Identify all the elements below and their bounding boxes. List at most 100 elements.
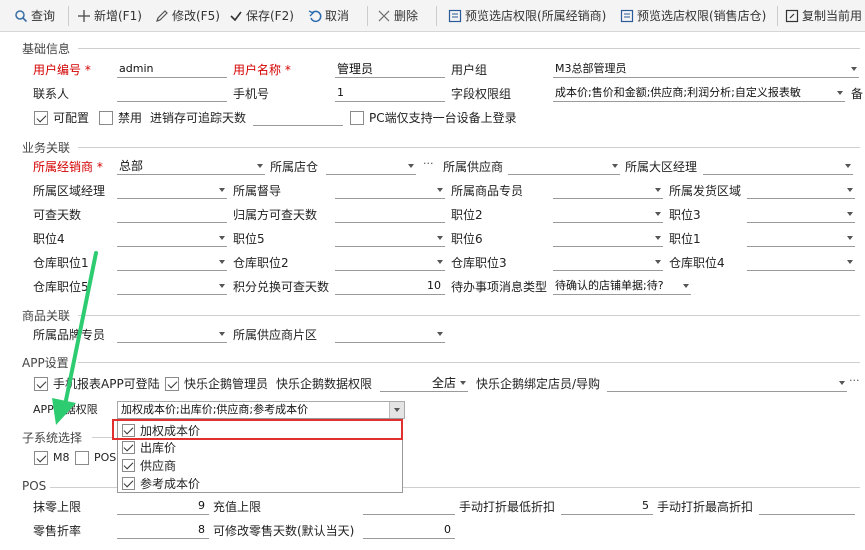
wh-pos4-select[interactable] bbox=[747, 254, 855, 271]
min-discount-field[interactable]: 5 bbox=[561, 498, 653, 515]
area-mgr-label: 所属区域经理 bbox=[33, 184, 106, 198]
edit-label: 修改(F5) bbox=[172, 9, 220, 23]
chevron-down-icon bbox=[839, 381, 845, 385]
supervisor-select[interactable] bbox=[335, 182, 445, 199]
pos-checkbox[interactable] bbox=[75, 451, 89, 465]
wh-pos1-select[interactable] bbox=[117, 254, 227, 271]
contact-field[interactable] bbox=[117, 85, 227, 102]
delete-button[interactable]: 删除 bbox=[377, 6, 418, 26]
edit-days-field[interactable]: 0 bbox=[363, 522, 455, 539]
configurable-checkbox[interactable] bbox=[34, 111, 48, 125]
save-label: 保存(F2) bbox=[246, 9, 294, 23]
belong-query-days-field[interactable] bbox=[335, 206, 445, 223]
app-perm-label: APP数据权限 bbox=[33, 403, 98, 416]
query-days-field[interactable] bbox=[117, 206, 227, 223]
checkbox-icon bbox=[122, 441, 135, 454]
pos6-select[interactable] bbox=[553, 230, 663, 247]
add-label: 新增(F1) bbox=[94, 9, 142, 23]
copy-button[interactable]: 复制当前用 bbox=[785, 6, 862, 26]
section-business: 业务关联 bbox=[22, 141, 71, 155]
wh-pos5-select[interactable] bbox=[117, 278, 227, 295]
brand-specialist-select[interactable] bbox=[117, 326, 227, 343]
pos4-label: 职位4 bbox=[33, 232, 65, 246]
pos3-select[interactable] bbox=[747, 206, 855, 223]
region-mgr-select[interactable] bbox=[703, 158, 853, 175]
chevron-down-icon bbox=[655, 260, 661, 264]
pos1-select[interactable] bbox=[747, 230, 855, 247]
pos1-label: 职位1 bbox=[669, 232, 701, 246]
option-outbound-price[interactable]: 出库价 bbox=[122, 439, 176, 456]
section-goods: 商品关联 bbox=[22, 309, 71, 323]
pos2-select[interactable] bbox=[553, 206, 663, 223]
chevron-down-icon bbox=[408, 164, 414, 168]
chevron-down-icon bbox=[219, 260, 225, 264]
ellipsis-icon[interactable]: ··· bbox=[423, 157, 434, 170]
checkbox-icon bbox=[122, 459, 135, 472]
disabled-checkbox[interactable] bbox=[99, 111, 113, 125]
user-no-field[interactable]: admin bbox=[117, 61, 227, 78]
todo-label: 待办事项消息类型 bbox=[451, 280, 548, 294]
app-perm-dropdown-button[interactable] bbox=[389, 402, 404, 418]
wh-pos3-select[interactable] bbox=[553, 254, 663, 271]
cancel-button[interactable]: 取消 bbox=[308, 6, 349, 26]
preview-icon bbox=[448, 9, 462, 23]
edit-button[interactable]: 修改(F5) bbox=[155, 6, 220, 26]
m8-checkbox[interactable] bbox=[34, 451, 48, 465]
kuaile-perm-select[interactable]: 全店 bbox=[380, 375, 468, 392]
retail-discount-label: 零售折率 bbox=[33, 524, 82, 538]
checkbox-icon bbox=[122, 477, 135, 490]
area-mgr-select[interactable] bbox=[117, 182, 227, 199]
preview-icon bbox=[620, 9, 634, 23]
app-perm-select[interactable]: 加权成本价;出库价;供应商;参考成本价 bbox=[117, 401, 405, 419]
mobile-field[interactable]: 1 bbox=[335, 85, 445, 102]
kuaile-admin-checkbox[interactable] bbox=[165, 377, 179, 391]
recharge-limit-field[interactable] bbox=[363, 498, 455, 515]
kuaile-admin-label: 快乐企鹅管理员 bbox=[184, 377, 269, 391]
wh-pos1-label: 仓库职位1 bbox=[33, 256, 89, 270]
supplier-area-select[interactable] bbox=[335, 326, 445, 343]
traceable-days-field[interactable] bbox=[253, 109, 343, 126]
field-perm-select[interactable]: 成本价;售价和金额;供应商;利润分析;自定义报表敏 bbox=[553, 85, 845, 102]
pc-single-label: PC端仅支持一台设备上登录 bbox=[369, 111, 517, 125]
pos5-select[interactable] bbox=[335, 230, 445, 247]
query-button[interactable]: 查询 bbox=[14, 6, 55, 26]
dealer-select[interactable]: 总部 bbox=[117, 158, 265, 175]
option-reference-cost[interactable]: 参考成本价 bbox=[122, 475, 200, 492]
cancel-label: 取消 bbox=[325, 9, 350, 23]
copy-label: 复制当前用 bbox=[802, 9, 863, 23]
zero-limit-field[interactable]: 9 bbox=[117, 498, 209, 515]
wh-pos2-select[interactable] bbox=[335, 254, 445, 271]
min-discount-label: 手动打折最低折扣 bbox=[459, 500, 556, 514]
mobile-label: 手机号 bbox=[233, 87, 270, 101]
chevron-down-icon bbox=[437, 188, 443, 192]
add-button[interactable]: 新增(F1) bbox=[77, 6, 142, 26]
pos2-label: 职位2 bbox=[451, 208, 483, 222]
preview-sales-button[interactable]: 预览选店权限(销售店仓) bbox=[620, 6, 766, 26]
chevron-down-icon bbox=[847, 188, 853, 192]
save-button[interactable]: 保存(F2) bbox=[229, 6, 294, 26]
disabled-label: 禁用 bbox=[118, 111, 143, 125]
close-icon bbox=[378, 10, 390, 22]
pc-single-checkbox[interactable] bbox=[350, 111, 364, 125]
kuaile-bind-select[interactable] bbox=[607, 375, 847, 392]
goods-specialist-select[interactable] bbox=[553, 182, 663, 199]
kuaile-perm-label: 快乐企鹅数据权限 bbox=[276, 377, 373, 391]
points-days-field[interactable]: 10 bbox=[335, 278, 445, 295]
preview-dealer-button[interactable]: 预览选店权限(所属经销商) bbox=[448, 6, 606, 26]
max-discount-field[interactable] bbox=[759, 498, 855, 515]
ship-area-select[interactable] bbox=[747, 182, 855, 199]
option-supplier[interactable]: 供应商 bbox=[122, 457, 176, 474]
retail-discount-field[interactable]: 8 bbox=[117, 522, 209, 539]
pos4-select[interactable] bbox=[117, 230, 227, 247]
chevron-down-icon bbox=[655, 212, 661, 216]
todo-select[interactable]: 待确认的店铺单据;待? bbox=[553, 278, 691, 295]
section-basic: 基础信息 bbox=[22, 42, 71, 56]
ellipsis-icon[interactable]: ··· bbox=[849, 374, 860, 387]
report-app-checkbox[interactable] bbox=[34, 377, 48, 391]
store-select[interactable] bbox=[326, 158, 416, 175]
chevron-down-icon bbox=[655, 188, 661, 192]
group-select[interactable]: M3总部管理员 bbox=[553, 61, 859, 78]
undo-icon bbox=[308, 10, 322, 23]
supplier-select[interactable] bbox=[508, 158, 620, 175]
user-name-field[interactable]: 管理员 bbox=[335, 61, 445, 78]
